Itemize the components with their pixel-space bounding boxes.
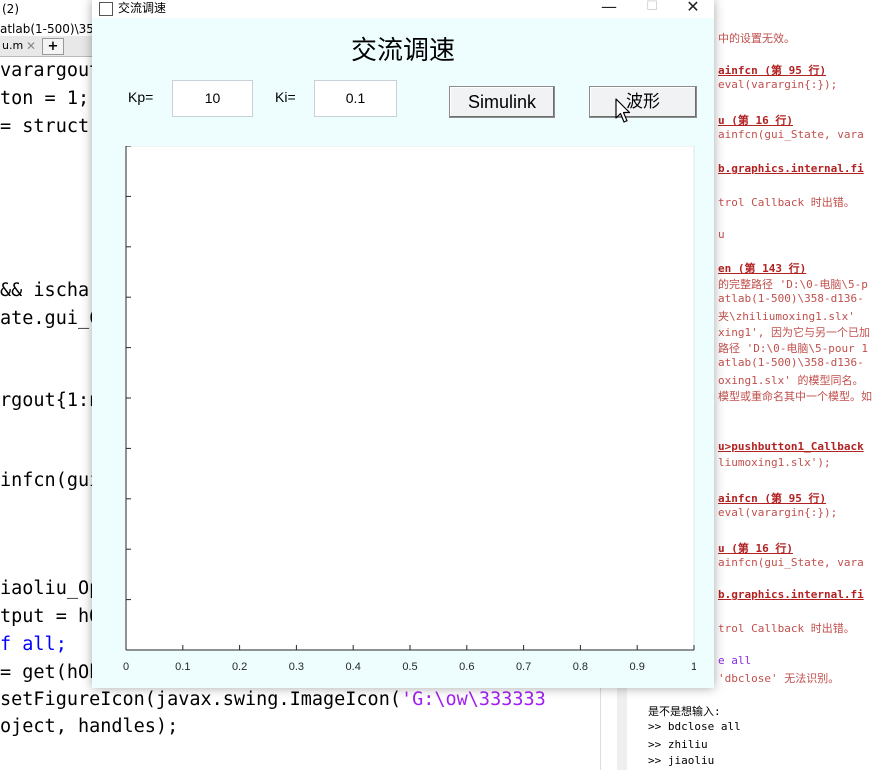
x-tick-label: 0.6 [459,661,474,673]
simulink-button[interactable]: Simulink [449,86,555,118]
close-icon[interactable]: ✕ [26,36,36,56]
x-tick-label: 0.5 [402,661,417,673]
maximize-button[interactable]: ☐ [635,0,669,17]
command-output-line: 模型或重命名其中一个模型。如 [718,390,872,403]
command-output-line: trol Callback 时出错。 [718,622,855,635]
code-line[interactable]: tput = hO [0,606,100,627]
error-stack-link[interactable]: en (第 143 行) [718,260,806,276]
error-stack-link[interactable]: b.graphics.internal.fi [718,162,864,175]
error-stack-link[interactable]: ainfcn (第 95 行) [718,490,826,506]
add-tab-button[interactable]: + [42,38,64,55]
minimize-button[interactable]: — [592,0,626,17]
x-tick-label: 1 [691,661,696,673]
command-prompt-line[interactable]: >> jiaoliu [648,754,714,767]
command-output-line: atlab(1-500)\358-d136- [718,292,864,305]
code-line[interactable]: setFigureIcon(javax.swing.ImageIcon('G:\… [0,689,546,710]
x-tick-label: 0.1 [175,661,190,673]
window-title: 交流调速 [118,1,167,15]
command-output-line: ainfcn(gui_State, vara [718,128,864,141]
gui-heading: 交流调速 [350,36,455,66]
x-tick-label: 0.9 [630,661,645,673]
command-output-line: oxing1.slx' 的模型同名。 [718,374,864,387]
ki-label: Ki= [275,89,296,105]
command-output-line: e all [718,654,752,667]
x-tick-label: 0.8 [573,661,588,673]
editor-path-line-1: (2) [2,2,19,16]
code-line[interactable]: infcn(gui [0,470,100,491]
code-token: f all; [0,634,67,655]
code-token: infcn(gui [0,470,101,491]
error-stack-link[interactable]: u>pushbutton1_Callback [718,440,864,453]
command-output-line: liumoxing1.slx'); [718,456,831,469]
command-output-line: trol Callback 时出错。 [718,196,855,209]
command-output-line: u [718,228,725,241]
command-prompt-line[interactable]: >> bdclose all [648,720,741,733]
command-prompt-line[interactable]: >> zhiliu [648,738,708,751]
code-token: setFigureIcon(javax.swing.ImageIcon( [0,689,401,710]
command-output-line: 的完整路径 'D:\0-电脑\5-p [718,278,868,291]
code-line[interactable]: = struct( [0,116,100,137]
code-line[interactable]: ton = 1; [0,88,89,109]
editor-tab[interactable]: u.m [0,36,25,56]
code-line[interactable]: ate.gui_C [0,308,100,329]
code-token: = struct( [0,116,101,137]
command-output-line: 夹\zhiliumoxing1.slx' [718,310,855,323]
command-output-line: atlab(1-500)\358-d136- [718,356,864,369]
error-stack-link[interactable]: u (第 16 行) [718,540,793,556]
command-output-line: ainfcn(gui_State, vara [718,556,864,569]
code-line[interactable]: = get(hOb [0,662,100,683]
window-titlebar[interactable]: 交流调速 — ☐ ✕ [92,0,714,18]
kp-input[interactable]: 10 [172,80,253,117]
mouse-cursor-icon [615,98,631,123]
command-output-line: 中的设置无效。 [718,32,795,45]
x-tick-label: 0.2 [232,661,247,673]
kp-label: Kp= [128,89,154,105]
error-stack-link[interactable]: ainfcn (第 95 行) [718,62,826,78]
close-button[interactable]: ✕ [676,0,710,17]
x-tick-label: 0.4 [346,661,361,673]
app-icon [99,2,113,16]
code-token: && ischar [0,280,101,301]
x-tick-label: 0.7 [516,661,531,673]
error-stack-link[interactable]: u (第 16 行) [718,112,793,128]
command-output-line: 路径 'D:\0-电脑\5-pour 1 [718,342,868,355]
x-tick-label: 0.3 [289,661,304,673]
ki-input[interactable]: 0.1 [314,80,397,117]
command-output-line: eval(varargin{:}); [718,78,838,91]
code-token: iaoliu_Op [0,578,101,599]
code-line[interactable]: f all; [0,634,67,655]
code-token: 'G:\ow\333333 [400,689,546,710]
plot-area[interactable] [125,146,695,651]
code-line[interactable]: iaoliu_Op [0,578,100,599]
suggestion-text: 是不是想输入: [648,705,721,718]
code-line[interactable]: oject, handles); [0,716,178,737]
plot-axes[interactable]: 0 0.1 0.2 0.3 0.4 0.5 0.6 0.7 0.8 0.9 1 [120,146,696,686]
code-token: tput = hO [0,606,101,627]
code-token: = get(hOb [0,662,101,683]
x-tick-label: 0 [123,661,129,673]
error-stack-link[interactable]: b.graphics.internal.fi [718,588,864,601]
waveform-button[interactable]: 波形 [589,86,697,118]
code-token: oject, handles); [0,716,179,737]
code-line[interactable]: varargout [0,60,100,81]
command-output-line: xing1', 因为它与另一个已加 [718,326,870,339]
code-line[interactable]: && ischar [0,280,100,301]
code-token: varargout [0,60,101,81]
command-output-line: 'dbclose' 无法识别。 [718,672,840,685]
code-token: ton = 1; [0,88,90,109]
code-token: ate.gui_C [0,308,101,329]
command-output-line: eval(varargin{:}); [718,506,838,519]
